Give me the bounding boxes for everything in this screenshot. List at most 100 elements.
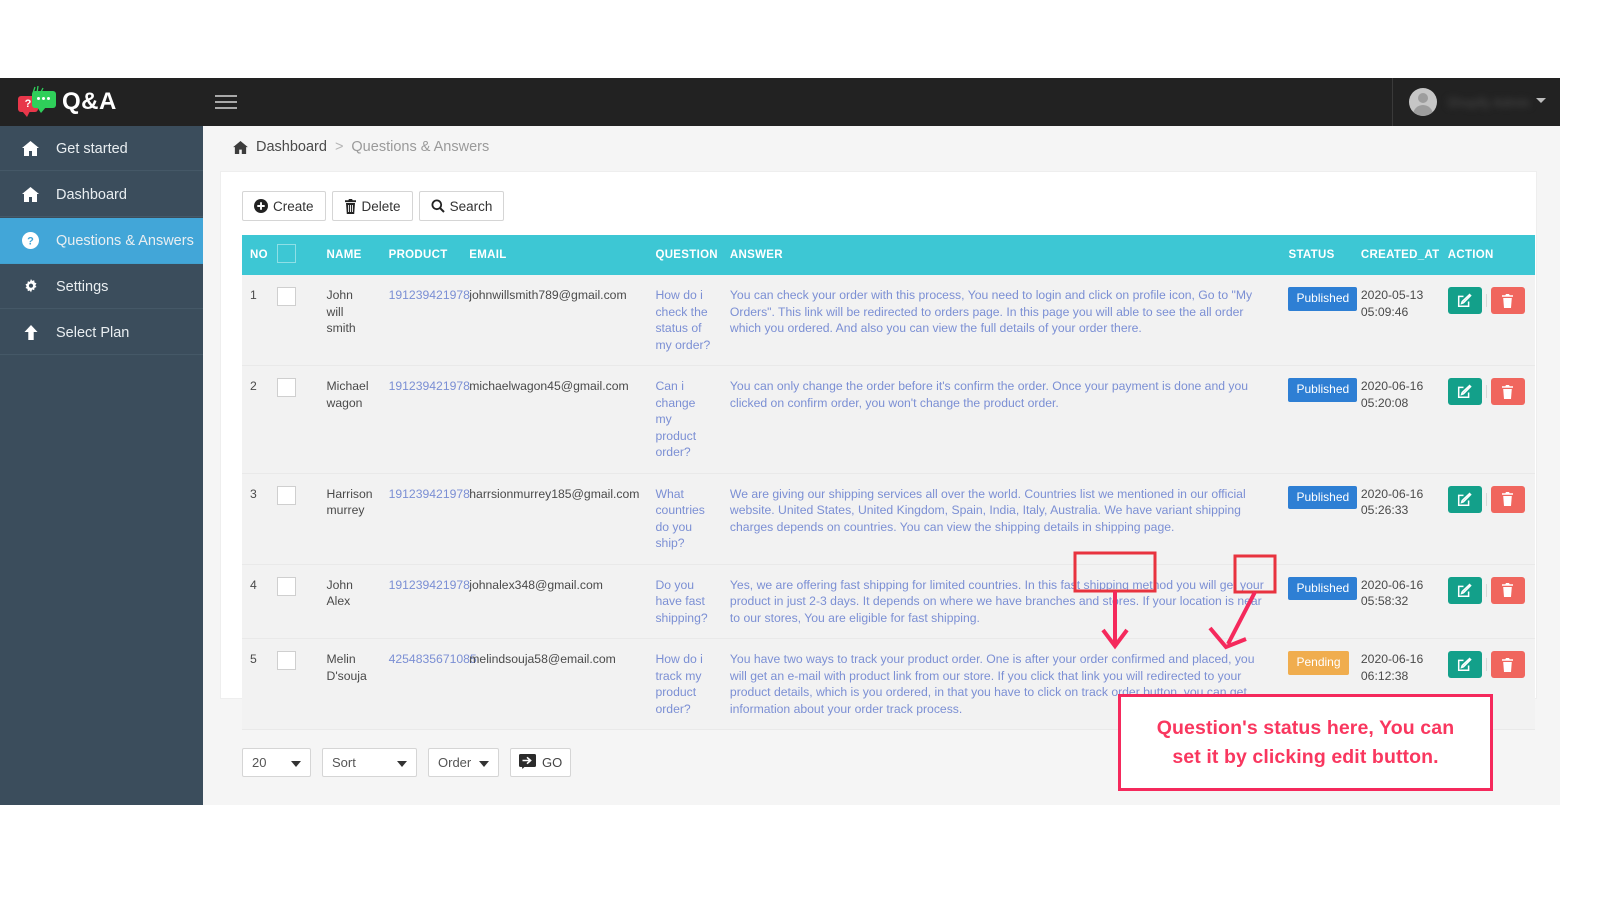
chevron-down-icon	[397, 761, 407, 767]
cell-answer: Yes, we are offering fast shipping for l…	[721, 564, 1281, 639]
sidebar-item-settings[interactable]: Settings	[0, 264, 203, 310]
select-all-checkbox[interactable]	[276, 244, 296, 263]
edit-pencil-icon	[1457, 657, 1472, 672]
hamburger-icon[interactable]	[203, 78, 249, 126]
svg-text:?: ?	[27, 236, 34, 248]
cell-status: Published	[1280, 564, 1358, 639]
sidebar-item-select-plan[interactable]: Select Plan	[0, 310, 203, 356]
table-header-row: NO NAME PRODUCT EMAIL QUESTION ANSWER ST…	[242, 235, 1535, 275]
table-row: 4 John Alex 191239421978 johnalex348@gmail.c…	[242, 564, 1535, 639]
main-content: Dashboard > Questions & Answers Create D…	[203, 126, 1560, 805]
annotation-line-1: Question's status here, You can	[1156, 716, 1455, 739]
order-select[interactable]: Order	[428, 748, 499, 777]
row-checkbox[interactable]	[276, 378, 296, 397]
sidebar-item-label: Dashboard	[56, 186, 127, 203]
cell-action	[1439, 275, 1535, 366]
cell-email: michaelwagon45@gmail.com	[461, 365, 648, 474]
home-icon	[21, 141, 40, 156]
answer-text: Yes, we are offering fast shipping for l…	[729, 577, 1264, 625]
cell-question: What countries do you ship?	[647, 473, 722, 565]
product-link[interactable]: 191239421978	[389, 288, 470, 302]
sort-value: Sort	[332, 755, 356, 770]
action-divider	[1485, 658, 1487, 671]
action-divider	[1485, 583, 1487, 597]
breadcrumb-item-current: Questions & Answers	[351, 139, 490, 155]
cell-question: Do you have fast shipping?	[647, 564, 722, 639]
product-link[interactable]: 191239421978	[389, 578, 470, 592]
per-page-select[interactable]: 20	[242, 748, 311, 777]
cell-answer: We are giving our shipping services all …	[721, 473, 1281, 565]
avatar	[1409, 88, 1437, 116]
product-link[interactable]: 191239421978	[389, 379, 470, 393]
table-body: 1 John will smith 191239421978 johnwillsmith7…	[242, 275, 1535, 730]
delete-row-button[interactable]	[1490, 378, 1525, 405]
cell-select	[268, 473, 319, 565]
cell-product: 191239421978	[380, 365, 470, 474]
delete-row-button[interactable]	[1490, 576, 1525, 604]
question-text[interactable]: How do i track my product order?	[655, 652, 702, 716]
cell-question: How do i check the status of my order?	[647, 275, 722, 366]
question-text[interactable]: Can i change my product order?	[655, 379, 696, 459]
cell-status: Published	[1280, 473, 1358, 565]
annotation-callout: Question's status here, You can set it b…	[1118, 694, 1493, 791]
edit-button[interactable]	[1447, 576, 1482, 604]
trash-icon	[344, 198, 357, 214]
edit-pencil-icon	[1457, 583, 1472, 598]
edit-button[interactable]	[1447, 485, 1482, 513]
arrow-up-icon	[21, 325, 40, 340]
cell-select	[268, 564, 319, 639]
go-button-label: GO	[542, 755, 563, 770]
content-card: Create Delete Search NO NAME PRODUCT EMA…	[220, 171, 1537, 777]
edit-button[interactable]	[1447, 651, 1482, 678]
sort-select[interactable]: Sort	[322, 748, 417, 777]
cell-email: harrsionmurrey185@gmail.com	[461, 473, 648, 565]
sidebar: Get started Dashboard ? Questions & Answ…	[0, 126, 203, 805]
sidebar-item-label: Select Plan	[56, 324, 130, 341]
cell-name: Harrison murrey	[318, 473, 381, 565]
app-root: ? Q&A Shopify Admin Get started Dashboar…	[0, 78, 1560, 805]
delete-button[interactable]: Delete	[331, 191, 413, 221]
search-icon	[431, 199, 445, 213]
cell-no: 2	[242, 365, 269, 474]
answer-text: You can check your order with this proce…	[729, 288, 1253, 335]
row-checkbox[interactable]	[276, 651, 296, 670]
app-logo[interactable]: ? Q&A	[0, 78, 203, 126]
sidebar-item-label: Get started	[56, 140, 128, 157]
delete-row-button[interactable]	[1490, 651, 1525, 678]
question-text[interactable]: How do i check the status of my order?	[655, 288, 710, 352]
annotation-line-2: set it by clicking edit button.	[1172, 745, 1439, 768]
search-button[interactable]: Search	[418, 191, 505, 221]
breadcrumb-separator: >	[334, 139, 344, 155]
chevron-down-icon[interactable]	[1536, 98, 1546, 103]
user-menu[interactable]: Shopify Admin	[1392, 78, 1560, 126]
status-badge: Pending	[1288, 651, 1349, 675]
create-button[interactable]: Create	[242, 191, 326, 221]
sidebar-item-get-started[interactable]: Get started	[0, 126, 203, 172]
product-link[interactable]: 191239421978	[389, 487, 470, 501]
cell-answer: You can check your order with this proce…	[721, 275, 1281, 366]
edit-button[interactable]	[1447, 378, 1482, 405]
delete-row-button[interactable]	[1490, 485, 1525, 513]
delete-row-button[interactable]	[1490, 287, 1525, 314]
row-checkbox[interactable]	[276, 485, 296, 505]
cell-created-at: 2020-05-13 05:09:46	[1352, 275, 1440, 366]
question-text[interactable]: Do you have fast shipping?	[655, 578, 707, 625]
column-header-product: PRODUCT	[380, 235, 462, 275]
trash-icon	[1501, 583, 1514, 597]
edit-button[interactable]	[1447, 287, 1482, 314]
go-button[interactable]: GO	[510, 748, 571, 777]
column-header-name: NAME	[318, 235, 381, 275]
cell-select	[268, 638, 319, 730]
sidebar-item-dashboard[interactable]: Dashboard	[0, 172, 203, 218]
question-text[interactable]: What countries do you ship?	[655, 487, 704, 551]
breadcrumb: Dashboard > Questions & Answers	[203, 126, 1560, 168]
row-checkbox[interactable]	[276, 287, 296, 306]
cell-action	[1439, 564, 1535, 639]
product-link[interactable]: 4254835671085	[389, 652, 477, 666]
breadcrumb-item-dashboard[interactable]: Dashboard	[256, 139, 327, 155]
sidebar-item-questions-answers[interactable]: ? Questions & Answers	[0, 218, 203, 264]
row-checkbox[interactable]	[276, 576, 296, 596]
table-header: NO NAME PRODUCT EMAIL QUESTION ANSWER ST…	[242, 235, 1535, 275]
cell-no: 4	[242, 564, 269, 639]
questions-table: NO NAME PRODUCT EMAIL QUESTION ANSWER ST…	[242, 235, 1535, 730]
